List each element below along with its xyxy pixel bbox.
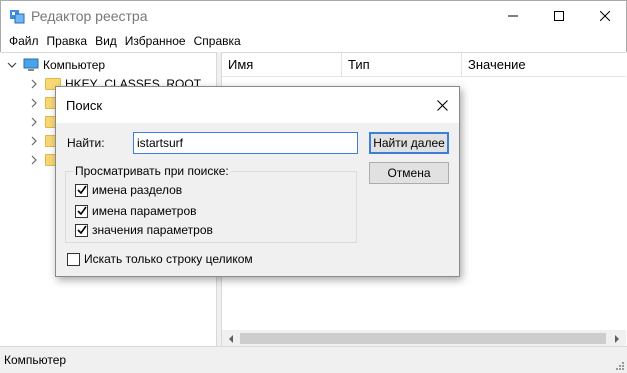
arrow-left-icon bbox=[229, 334, 233, 343]
menu-favorites[interactable]: Избранное bbox=[121, 31, 190, 51]
find-dialog: Поиск Найти: istartsurf Найти далее Отме… bbox=[55, 86, 460, 277]
checkmark-icon bbox=[76, 206, 87, 216]
option-label: значения параметров bbox=[92, 223, 213, 237]
list-header: Имя Тип Значение bbox=[222, 53, 626, 77]
menu-edit[interactable]: Правка bbox=[43, 31, 92, 51]
option-whole-string[interactable]: Искать только строку целиком bbox=[67, 252, 253, 266]
checkbox[interactable] bbox=[75, 183, 88, 197]
chevron-right-icon[interactable] bbox=[29, 98, 39, 108]
dialog-title-bar: Поиск bbox=[56, 87, 459, 123]
chevron-right-icon[interactable] bbox=[29, 136, 39, 146]
option-data[interactable]: значения параметров bbox=[75, 223, 213, 237]
window-title: Редактор реестра bbox=[31, 8, 148, 24]
option-keys[interactable]: имена разделов bbox=[75, 183, 182, 197]
chevron-right-icon[interactable] bbox=[29, 155, 39, 165]
scroll-right-button[interactable] bbox=[610, 332, 624, 345]
horizontal-scrollbar[interactable] bbox=[222, 330, 626, 347]
column-value[interactable]: Значение bbox=[462, 53, 626, 77]
checkbox[interactable] bbox=[75, 204, 88, 218]
dialog-title: Поиск bbox=[66, 98, 103, 113]
minimize-button[interactable] bbox=[490, 1, 536, 30]
menu-file[interactable]: Файл bbox=[5, 31, 43, 51]
option-label: имена разделов bbox=[92, 183, 183, 197]
menu-view[interactable]: Вид bbox=[91, 31, 121, 51]
option-label: Искать только строку целиком bbox=[84, 252, 253, 266]
menu-help[interactable]: Справка bbox=[190, 31, 245, 51]
maximize-button[interactable] bbox=[536, 1, 582, 30]
tree-item-computer[interactable]: Компьютер bbox=[7, 55, 105, 74]
find-label: Найти: bbox=[67, 136, 105, 150]
option-label: имена параметров bbox=[92, 204, 197, 218]
title-bar: Редактор реестра bbox=[0, 0, 627, 30]
computer-icon bbox=[23, 58, 39, 71]
column-type[interactable]: Тип bbox=[342, 53, 462, 77]
checkmark-icon bbox=[76, 225, 87, 235]
find-next-button[interactable]: Найти далее bbox=[369, 132, 449, 154]
maximize-icon bbox=[554, 10, 564, 21]
status-bar: Компьютер bbox=[0, 346, 627, 373]
find-input[interactable]: istartsurf bbox=[133, 132, 358, 154]
chevron-right-icon[interactable] bbox=[29, 117, 39, 127]
close-icon bbox=[600, 10, 610, 21]
tree-item-label: Компьютер bbox=[43, 57, 106, 72]
dialog-close-button[interactable] bbox=[433, 96, 451, 114]
checkmark-icon bbox=[76, 185, 87, 195]
status-path: Компьютер bbox=[4, 353, 67, 367]
close-window-button[interactable] bbox=[582, 1, 627, 30]
resize-grip-icon[interactable] bbox=[614, 360, 624, 370]
chevron-down-icon[interactable] bbox=[7, 60, 17, 70]
checkbox[interactable] bbox=[67, 252, 80, 266]
chevron-right-icon[interactable] bbox=[29, 79, 39, 89]
checkbox[interactable] bbox=[75, 223, 88, 237]
close-icon bbox=[436, 99, 448, 111]
look-at-label: Просматривать при поиске: bbox=[73, 164, 231, 178]
minimize-icon bbox=[508, 15, 518, 16]
regedit-app-icon bbox=[10, 10, 25, 24]
scrollbar-thumb[interactable] bbox=[240, 333, 606, 344]
column-name[interactable]: Имя bbox=[222, 53, 342, 77]
menu-bar: Файл Правка Вид Избранное Справка bbox=[0, 30, 627, 52]
option-values[interactable]: имена параметров bbox=[75, 204, 197, 218]
arrow-right-icon bbox=[615, 334, 619, 343]
cancel-button[interactable]: Отмена bbox=[369, 162, 449, 184]
scroll-left-button[interactable] bbox=[224, 332, 238, 345]
